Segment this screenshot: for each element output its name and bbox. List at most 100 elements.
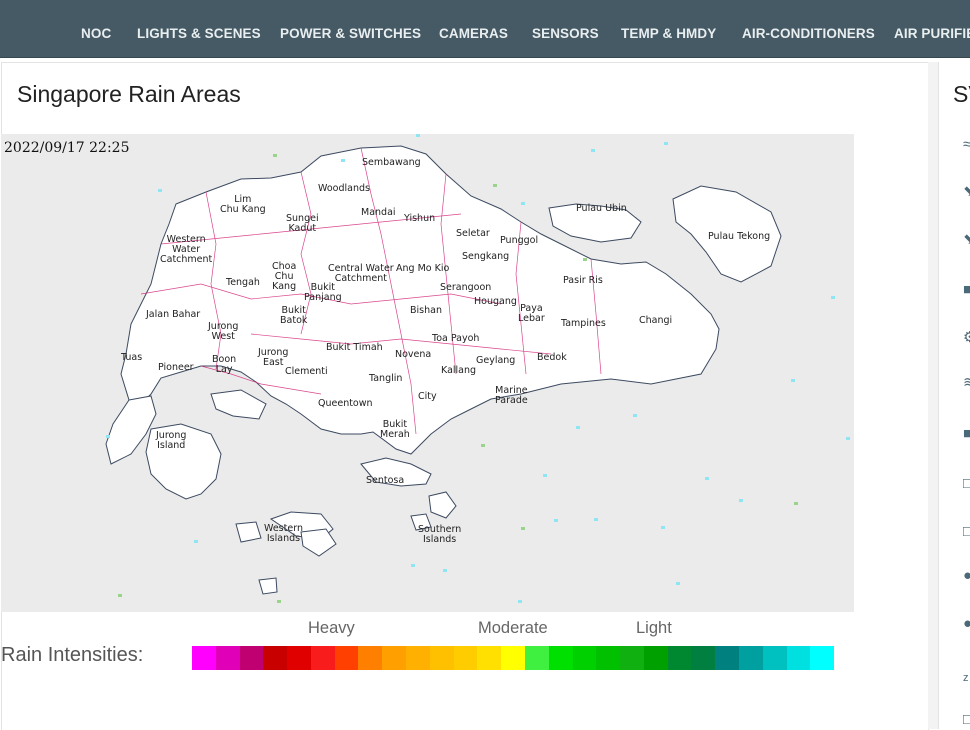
card-title: Singapore Rain Areas [17,81,241,107]
rain-speck [791,379,795,382]
map-label: Jurong Island [156,430,187,451]
rain-speck [676,582,680,585]
intensity-swatch [263,646,288,670]
map-label: Pioneer [158,362,194,373]
map-label: Changi [639,315,673,326]
rain-speck [633,414,637,417]
western-islands-4 [258,577,278,595]
rain-speck [521,527,525,530]
intensity-swatch [192,646,216,670]
rain-speck [158,189,162,192]
intensity-swatch [215,646,240,670]
rain-intensity-scale [192,646,835,670]
map-label: Geylang [476,355,516,366]
rain-speck [194,540,198,543]
plug-icon-2[interactable]: ⬊ [963,230,970,250]
map-label: Choa Chu Kang [272,261,297,292]
panel-icon[interactable]: □ [963,474,970,494]
gear-icon[interactable]: ⚙ [963,328,970,348]
nav-lights-scenes[interactable]: LIGHTS & SCENES [137,0,261,58]
rain-speck [277,600,281,603]
rain-speck [583,258,587,261]
map-label: Lim Chu Kang [220,194,266,215]
map-label: Woodlands [318,183,370,194]
map-label: Pasir Ris [563,275,603,286]
nav-noc[interactable]: NOC [81,0,111,58]
map-label: Queentown [318,398,373,409]
intensity-swatch [620,646,644,670]
intensity-swatch [548,646,573,670]
rain-speck [794,502,798,505]
drop-icon-2[interactable]: ● [963,614,970,634]
sleep-icon[interactable]: z [963,668,970,688]
map-label: Kallang [441,365,477,376]
top-navigation: NOC LIGHTS & SCENES POWER & SWITCHES CAM… [0,0,970,58]
intensity-swatch [596,646,621,670]
map-timestamp: 2022/09/17 22:25 [4,140,130,156]
rain-speck [481,444,485,447]
intensity-swatch [715,646,739,670]
rain-speck [493,184,497,187]
rain-speck [106,435,110,438]
map-label: Novena [395,349,432,360]
rain-speck [443,569,447,572]
rain-speck [831,296,835,299]
side-card-title: SV [953,81,970,107]
wifi-icon[interactable]: ≈ [963,135,970,155]
legend-light-label: Light [636,619,672,637]
legend-title: Rain Intensities: [1,644,144,666]
map-label: Mandai [361,207,396,218]
map-label: Bedok [537,352,567,363]
nav-temp-hmdy[interactable]: TEMP & HMDY [621,0,716,58]
map-label: Jurong East [258,347,289,368]
rain-speck [705,477,709,480]
intensity-swatch [287,646,311,670]
map-label: Western Water Catchment [160,234,213,265]
map-label: Toa Payoh [432,333,480,344]
drop-icon[interactable]: ● [963,566,970,586]
map-label: Pulau Tekong [708,231,771,242]
nav-sensors[interactable]: SENSORS [532,0,599,58]
map-label: Boon Lay [212,354,237,375]
western-islands-2 [300,528,337,557]
intensity-swatch [310,646,335,670]
intensity-swatch [358,646,383,670]
nav-cameras[interactable]: CAMERAS [439,0,508,58]
intensity-swatch [406,646,430,670]
map-label: Bishan [410,305,442,316]
nav-air-purifiers[interactable]: AIR PURIFIE [894,0,970,58]
intensity-swatch [810,646,835,670]
intensity-swatch [691,646,716,670]
rain-speck [543,474,547,477]
calendar-icon[interactable]: ■ [963,424,970,444]
panel-icon-2[interactable]: □ [963,522,970,542]
map-label: Tuas [121,352,143,363]
map-label: Western Islands [264,523,303,544]
intensity-swatch [667,646,692,670]
nav-power-switches[interactable]: POWER & SWITCHES [280,0,421,58]
device-icon[interactable]: ■ [963,280,970,300]
map-label: Southern Islands [418,524,462,545]
legend-heavy-label: Heavy [308,619,355,637]
intensity-swatch [382,646,407,670]
main-island-outline [120,145,720,455]
rain-speck [118,594,122,597]
plug-icon[interactable]: ⬊ [963,182,970,202]
map-label: Tengah [226,277,260,288]
map-label: Jalan Bahar [146,309,201,320]
intensity-swatch [762,646,787,670]
legend-moderate-label: Moderate [478,619,548,637]
fan-icon[interactable]: ≋ [963,373,970,393]
intensity-swatch [643,646,668,670]
map-label: Marine Parade [495,385,528,406]
square-icon[interactable]: □ [963,710,970,730]
nav-air-conditioners[interactable]: AIR-CONDITIONERS [742,0,875,58]
rain-speck [273,154,277,157]
map-label: Serangoon [440,282,492,293]
map-label: Bukit Batok [280,305,308,326]
rain-speck [591,149,595,152]
map-label: Pulau Ubin [576,203,627,214]
column-divider [928,62,938,729]
intensity-swatch [334,646,359,670]
rain-speck [521,202,525,205]
